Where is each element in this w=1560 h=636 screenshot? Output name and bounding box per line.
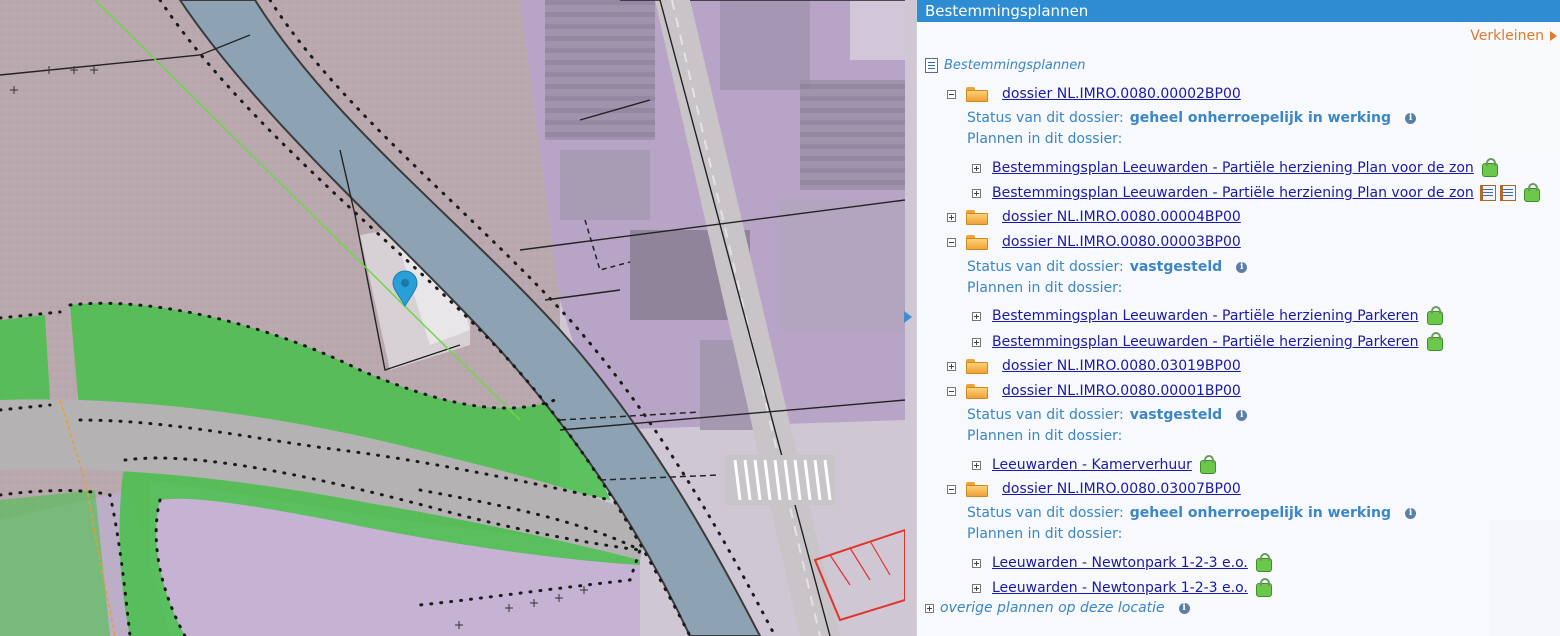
- collapse-toggle-icon[interactable]: [947, 386, 956, 396]
- expand-toggle-icon[interactable]: [947, 212, 956, 222]
- status-prefix: Status van dit dossier:: [967, 407, 1124, 423]
- plan-row[interactable]: Leeuwarden - Kamerverhuur: [972, 455, 1216, 474]
- plan-link[interactable]: Bestemmingsplan Leeuwarden - Partiële he…: [992, 308, 1419, 324]
- other-plans-row[interactable]: overige plannen op deze locatie i: [925, 600, 1190, 616]
- collapse-toggle-icon[interactable]: [947, 484, 956, 494]
- status-prefix: Status van dit dossier:: [967, 259, 1124, 275]
- status-prefix: Status van dit dossier:: [967, 110, 1124, 126]
- lock-icon: [1481, 158, 1498, 177]
- expand-toggle-icon[interactable]: [972, 311, 981, 321]
- crosswalk: [725, 455, 835, 505]
- dossier-link[interactable]: dossier NL.IMRO.0080.00002BP00: [1002, 86, 1241, 102]
- dossier-row[interactable]: dossier NL.IMRO.0080.00003BP00: [947, 234, 1241, 250]
- plans-label: Plannen in dit dossier:: [967, 280, 1123, 296]
- status-value: geheel onherroepelijk in werking: [1129, 505, 1392, 521]
- side-panel-handle[interactable]: [901, 300, 915, 334]
- info-icon[interactable]: i: [1405, 112, 1417, 124]
- folder-icon: [966, 86, 988, 102]
- plans-label: Plannen in dit dossier:: [967, 428, 1123, 444]
- document-book-icon[interactable]: [1499, 185, 1516, 201]
- dossier-link[interactable]: dossier NL.IMRO.0080.00001BP00: [1002, 383, 1241, 399]
- plans-label: Plannen in dit dossier:: [967, 131, 1123, 147]
- plan-row[interactable]: Bestemmingsplan Leeuwarden - Partiële he…: [972, 306, 1443, 325]
- expand-toggle-icon[interactable]: [972, 163, 981, 173]
- collapse-label: Verkleinen: [1470, 28, 1544, 44]
- plan-link[interactable]: Bestemmingsplan Leeuwarden - Partiële he…: [992, 185, 1474, 201]
- info-icon[interactable]: i: [1236, 261, 1248, 273]
- lock-icon: [1426, 306, 1443, 325]
- expand-toggle-icon[interactable]: [972, 188, 981, 198]
- info-icon[interactable]: i: [1178, 602, 1190, 614]
- collapse-toggle-icon[interactable]: [947, 237, 956, 247]
- lock-icon: [1426, 332, 1443, 351]
- dossier-row[interactable]: dossier NL.IMRO.0080.00001BP00: [947, 383, 1241, 399]
- panel-title: Bestemmingsplannen: [917, 0, 1560, 22]
- tree-root-label: Bestemmingsplannen: [944, 58, 1086, 73]
- lock-icon: [1199, 455, 1216, 474]
- folder-icon: [966, 358, 988, 374]
- folder-icon: [966, 383, 988, 399]
- lock-icon: [1523, 183, 1540, 202]
- expand-toggle-icon[interactable]: [925, 603, 934, 613]
- expand-toggle-icon[interactable]: [972, 460, 981, 470]
- map-view[interactable]: [0, 0, 905, 636]
- collapse-toggle-icon[interactable]: [947, 89, 956, 99]
- dossier-status: Status van dit dossier: vastgesteld i: [967, 407, 1248, 423]
- dossier-link[interactable]: dossier NL.IMRO.0080.00003BP00: [1002, 234, 1241, 250]
- dossier-row[interactable]: dossier NL.IMRO.0080.03019BP00: [947, 358, 1241, 374]
- info-icon[interactable]: i: [1405, 507, 1417, 519]
- dossier-link[interactable]: dossier NL.IMRO.0080.03007BP00: [1002, 481, 1241, 497]
- plan-row[interactable]: Leeuwarden - Newtonpark 1-2-3 e.o.: [972, 578, 1272, 597]
- dossier-row[interactable]: dossier NL.IMRO.0080.03007BP00: [947, 481, 1241, 497]
- folder-icon: [966, 481, 988, 497]
- folder-icon: [966, 234, 988, 250]
- plan-row[interactable]: Bestemmingsplan Leeuwarden - Partiële he…: [972, 158, 1498, 177]
- bestemmingsplannen-panel: Bestemmingsplannen Verkleinen Bestemming…: [916, 0, 1560, 636]
- plan-row[interactable]: Leeuwarden - Newtonpark 1-2-3 e.o.: [972, 553, 1272, 572]
- status-value: geheel onherroepelijk in werking: [1129, 110, 1392, 126]
- document-icon: [925, 58, 938, 73]
- plans-label: Plannen in dit dossier:: [967, 526, 1123, 542]
- expand-toggle-icon[interactable]: [972, 583, 981, 593]
- plan-link[interactable]: Bestemmingsplan Leeuwarden - Partiële he…: [992, 160, 1474, 176]
- dossier-row[interactable]: dossier NL.IMRO.0080.00004BP00: [947, 209, 1241, 225]
- folder-icon: [966, 209, 988, 225]
- dossier-status: Status van dit dossier: geheel onherroep…: [967, 110, 1417, 126]
- lock-icon: [1255, 578, 1272, 597]
- plan-link[interactable]: Bestemmingsplan Leeuwarden - Partiële he…: [992, 334, 1419, 350]
- collapse-button[interactable]: Verkleinen: [1470, 28, 1557, 44]
- expand-toggle-icon[interactable]: [972, 337, 981, 347]
- document-book-icon[interactable]: [1479, 185, 1496, 201]
- plan-link[interactable]: Leeuwarden - Newtonpark 1-2-3 e.o.: [992, 580, 1248, 596]
- arrow-right-icon: [904, 311, 912, 323]
- map-canvas[interactable]: [0, 0, 905, 636]
- status-prefix: Status van dit dossier:: [967, 505, 1124, 521]
- expand-toggle-icon[interactable]: [972, 558, 981, 568]
- plan-row[interactable]: Bestemmingsplan Leeuwarden - Partiële he…: [972, 183, 1540, 202]
- info-icon[interactable]: i: [1236, 409, 1248, 421]
- dossier-link[interactable]: dossier NL.IMRO.0080.03019BP00: [1002, 358, 1241, 374]
- dossier-status: Status van dit dossier: vastgesteld i: [967, 259, 1248, 275]
- expand-toggle-icon[interactable]: [947, 361, 956, 371]
- dossier-row[interactable]: dossier NL.IMRO.0080.00002BP00: [947, 86, 1241, 102]
- tree-root[interactable]: Bestemmingsplannen: [925, 58, 1086, 73]
- status-value: vastgesteld: [1129, 259, 1223, 275]
- other-plans-label[interactable]: overige plannen op deze locatie: [940, 600, 1165, 616]
- arrow-right-icon: [1550, 31, 1557, 41]
- plan-link[interactable]: Leeuwarden - Newtonpark 1-2-3 e.o.: [992, 555, 1248, 571]
- status-value: vastgesteld: [1129, 407, 1223, 423]
- dossier-status: Status van dit dossier: geheel onherroep…: [967, 505, 1417, 521]
- dossier-link[interactable]: dossier NL.IMRO.0080.00004BP00: [1002, 209, 1241, 225]
- plan-row[interactable]: Bestemmingsplan Leeuwarden - Partiële he…: [972, 332, 1443, 351]
- lock-icon: [1255, 553, 1272, 572]
- plan-link[interactable]: Leeuwarden - Kamerverhuur: [992, 457, 1192, 473]
